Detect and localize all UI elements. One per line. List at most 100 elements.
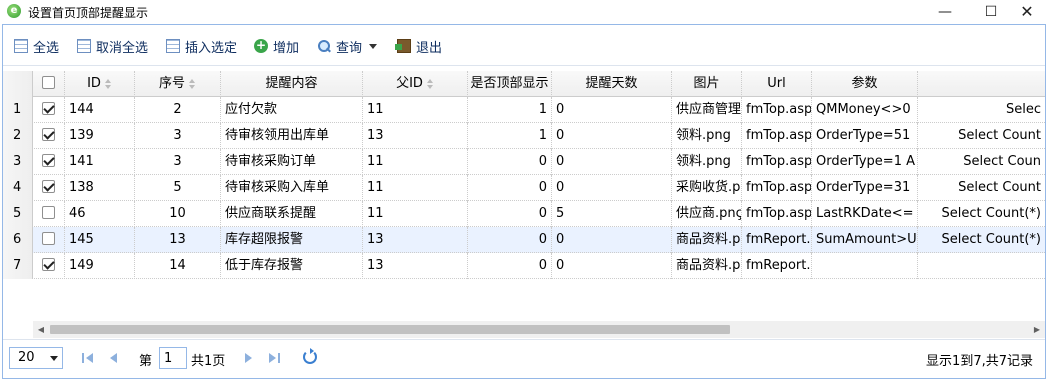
close-button[interactable]: ✕	[1004, 0, 1050, 24]
sort-icon[interactable]	[104, 78, 112, 89]
row-checkbox-cell[interactable]	[33, 253, 65, 279]
cell-top-display[interactable]: 0	[468, 253, 552, 279]
cell-top-display[interactable]: 0	[468, 149, 552, 175]
cell-extra[interactable]: Select Coun	[918, 149, 1045, 175]
table-row[interactable]: 5 46 10 供应商联系提醒 11 0 5 供应商.pnç fmTop.asp LastRKDa…	[3, 201, 1045, 227]
cell-days[interactable]: 0	[552, 97, 672, 123]
cell-top-display[interactable]: 1	[468, 123, 552, 149]
cell-id[interactable]: 149	[65, 253, 135, 279]
cell-parent-id[interactable]: 11	[363, 149, 468, 175]
cell-extra[interactable]	[918, 253, 1045, 279]
cell-image[interactable]: 商品资料.p	[672, 227, 742, 253]
page-number-input[interactable]	[159, 347, 187, 369]
cell-days[interactable]: 0	[552, 149, 672, 175]
table-row[interactable]: 3 141 3 待审核采购订单 11 0 0 领料.png fmTop.asp OrderType…	[3, 149, 1045, 175]
cell-image[interactable]: 领料.png	[672, 123, 742, 149]
column-header-url[interactable]: Url	[742, 71, 812, 97]
row-checkbox[interactable]	[42, 257, 55, 271]
horizontal-scrollbar[interactable]: ◀ ▶	[33, 321, 1045, 338]
column-header-days[interactable]: 提醒天数	[552, 71, 672, 97]
column-header-seq[interactable]: 序号	[135, 71, 221, 97]
cell-seq[interactable]: 13	[135, 227, 221, 253]
cell-param[interactable]: QMMoney<>0	[812, 97, 918, 123]
cell-url[interactable]: fmTop.asp	[742, 149, 812, 175]
cell-seq[interactable]: 3	[135, 123, 221, 149]
cell-content[interactable]: 待审核采购入库单	[221, 175, 363, 201]
cell-param[interactable]: LastRKDate<= -	[812, 201, 918, 227]
cell-top-display[interactable]: 0	[468, 227, 552, 253]
cell-days[interactable]: 0	[552, 253, 672, 279]
first-page-button[interactable]	[79, 349, 97, 367]
scroll-left-arrow-icon[interactable]: ◀	[33, 321, 49, 338]
cell-param[interactable]: SumAmount>Up	[812, 227, 918, 253]
cell-image[interactable]: 领料.png	[672, 149, 742, 175]
cell-parent-id[interactable]: 11	[363, 201, 468, 227]
refresh-icon[interactable]	[303, 348, 317, 364]
column-header-image[interactable]: 图片	[672, 71, 742, 97]
cell-top-display[interactable]: 1	[468, 97, 552, 123]
cell-extra[interactable]: Select Count(*)	[918, 201, 1045, 227]
cell-seq[interactable]: 5	[135, 175, 221, 201]
cell-extra[interactable]: Selec	[918, 97, 1045, 123]
cell-param[interactable]	[812, 253, 918, 279]
query-button[interactable]: 查询	[317, 37, 378, 56]
row-checkbox[interactable]	[42, 127, 55, 141]
cell-content[interactable]: 应付欠款	[221, 97, 363, 123]
scroll-thumb[interactable]	[50, 325, 730, 334]
cell-url[interactable]: fmTop.asp	[742, 175, 812, 201]
row-checkbox[interactable]	[42, 205, 55, 219]
cell-parent-id[interactable]: 11	[363, 175, 468, 201]
cell-image[interactable]: 采购收货.p	[672, 175, 742, 201]
cell-seq[interactable]: 10	[135, 201, 221, 227]
cell-seq[interactable]: 2	[135, 97, 221, 123]
chevron-down-icon[interactable]	[369, 43, 378, 49]
cell-image[interactable]: 供应商管理	[672, 97, 742, 123]
cell-top-display[interactable]: 0	[468, 175, 552, 201]
exit-button[interactable]: 退出	[395, 37, 442, 56]
add-button[interactable]: + 增加	[254, 37, 299, 56]
sort-icon[interactable]	[426, 78, 434, 89]
column-header-param[interactable]: 参数	[812, 71, 918, 97]
cell-content[interactable]: 待审核领用出库单	[221, 123, 363, 149]
row-checkbox[interactable]	[42, 101, 55, 115]
column-header-extra[interactable]	[918, 71, 1045, 97]
cell-id[interactable]: 144	[65, 97, 135, 123]
cell-parent-id[interactable]: 13	[363, 253, 468, 279]
table-row[interactable]: 4 138 5 待审核采购入库单 11 0 0 采购收货.p fmTop.asp OrderTyp…	[3, 175, 1045, 201]
cell-id[interactable]: 46	[65, 201, 135, 227]
cell-image[interactable]: 供应商.pnç	[672, 201, 742, 227]
table-row[interactable]: 6 145 13 库存超限报警 13 0 0 商品资料.p fmReport. SumAmount…	[3, 227, 1045, 253]
row-checkbox-cell[interactable]	[33, 227, 65, 253]
prev-page-button[interactable]	[105, 349, 123, 367]
cell-url[interactable]: fmTop.asp	[742, 97, 812, 123]
cell-extra[interactable]: Select Count	[918, 175, 1045, 201]
cell-content[interactable]: 供应商联系提醒	[221, 201, 363, 227]
deselect-all-button[interactable]: 取消全选	[77, 37, 148, 56]
cell-extra[interactable]: Select Count	[918, 123, 1045, 149]
cell-days[interactable]: 0	[552, 227, 672, 253]
cell-url[interactable]: fmReport.	[742, 227, 812, 253]
scroll-right-arrow-icon[interactable]: ▶	[1029, 321, 1045, 338]
row-checkbox[interactable]	[42, 153, 55, 167]
insert-selected-button[interactable]: 插入选定	[166, 37, 237, 56]
row-checkbox-cell[interactable]	[33, 201, 65, 227]
select-all-checkbox-header[interactable]	[33, 71, 65, 97]
cell-id[interactable]: 141	[65, 149, 135, 175]
row-checkbox-cell[interactable]	[33, 175, 65, 201]
cell-days[interactable]: 0	[552, 123, 672, 149]
column-header-id[interactable]: ID	[65, 71, 135, 97]
table-row[interactable]: 1 144 2 应付欠款 11 1 0 供应商管理 fmTop.asp QMMoney<>0 Sel…	[3, 97, 1045, 123]
header-checkbox[interactable]	[42, 75, 55, 89]
table-row[interactable]: 2 139 3 待审核领用出库单 13 1 0 领料.png fmTop.asp OrderTyp…	[3, 123, 1045, 149]
cell-content[interactable]: 待审核采购订单	[221, 149, 363, 175]
cell-extra[interactable]: Select Count(*)	[918, 227, 1045, 253]
next-page-button[interactable]	[239, 349, 257, 367]
cell-parent-id[interactable]: 13	[363, 227, 468, 253]
cell-url[interactable]: fmReport.	[742, 253, 812, 279]
page-size-select[interactable]: 20	[9, 347, 63, 369]
row-checkbox-cell[interactable]	[33, 97, 65, 123]
cell-id[interactable]: 138	[65, 175, 135, 201]
row-checkbox[interactable]	[42, 231, 55, 245]
cell-image[interactable]: 商品资料.p	[672, 253, 742, 279]
row-checkbox-cell[interactable]	[33, 123, 65, 149]
